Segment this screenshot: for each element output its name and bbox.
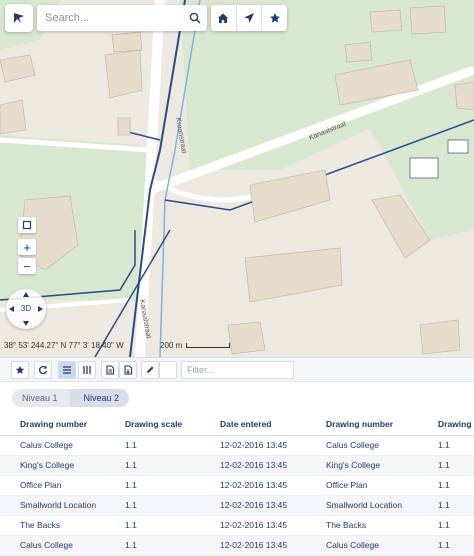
map-view[interactable]: Kanaalstraat Kroonstraat Kanaalstraat + … (0, 0, 474, 357)
table-cell: Smallworld Location (0, 495, 105, 516)
compass-control[interactable]: 3D (6, 289, 46, 329)
table-cell: 1.1 (105, 495, 200, 516)
edit-button[interactable] (141, 361, 159, 379)
table-cell: 1.1 (105, 535, 200, 556)
table-cell: 1.1 (105, 475, 200, 496)
document-icon (106, 365, 115, 375)
home-button[interactable] (211, 5, 237, 31)
table-header-row: Drawing number Drawing scale Date entere… (0, 414, 474, 436)
blank-button[interactable] (159, 361, 177, 379)
table-cell: 12-02-2016 13:45 (200, 535, 306, 556)
table-cell: The Backs (0, 515, 105, 536)
refresh-button[interactable] (34, 361, 52, 379)
table-cell: 12-02-2016 13:45 (200, 475, 306, 496)
data-panel: Niveau 1 Niveau 2 Drawing number Drawing… (0, 357, 474, 556)
map-canvas[interactable]: Kanaalstraat (0, 0, 474, 357)
table-row[interactable]: Calus College 1.1 12-02-2016 13:45 Calus… (0, 435, 474, 456)
filter-input[interactable] (181, 361, 294, 379)
table-cell: King's College (306, 455, 418, 476)
search-box[interactable] (37, 5, 207, 31)
column-header[interactable]: Drawing number (0, 414, 105, 436)
columns-view-button[interactable] (78, 361, 96, 379)
table-row[interactable]: Smallworld Location 1.1 12-02-2016 13:45… (0, 495, 474, 516)
table-row[interactable]: Calus College 1.1 12-02-2016 13:45 Calus… (0, 535, 474, 556)
zoom-out-button[interactable]: − (18, 258, 36, 274)
table-cell: 1.1 (418, 535, 474, 556)
list-view-button[interactable] (58, 361, 76, 379)
home-icon (218, 13, 229, 23)
column-header[interactable]: Drawing scale (418, 414, 474, 436)
table-cell: 1.1 (418, 435, 474, 456)
column-header[interactable]: Drawing number (306, 414, 418, 436)
table-cell: 1.1 (418, 495, 474, 516)
breadcrumb-level-2[interactable]: Niveau 2 (69, 389, 130, 407)
table-row[interactable]: King's College 1.1 12-02-2016 13:45 King… (0, 455, 474, 476)
table-cell: 1.1 (105, 515, 200, 536)
logo-icon (14, 13, 24, 23)
search-input[interactable] (45, 12, 189, 24)
map-nav-group (211, 5, 287, 31)
table-cell: Smallworld Location (306, 495, 418, 516)
table-cell: Calus College (306, 435, 418, 456)
search-icon[interactable] (189, 12, 201, 24)
zoom-in-button[interactable]: + (18, 239, 36, 255)
coordinates-readout: 38° 53' 244.27" N 77° 3' 18.40" W (4, 341, 124, 350)
drawings-table: Drawing number Drawing scale Date entere… (0, 414, 474, 556)
table-cell: Office Plan (0, 475, 105, 496)
favorite-button[interactable] (262, 5, 287, 31)
table-cell: 1.1 (418, 455, 474, 476)
table-cell: Calus College (0, 535, 105, 556)
table-cell: Office Plan (306, 475, 418, 496)
breadcrumb-level-1[interactable]: Niveau 1 (12, 389, 70, 407)
locate-button[interactable] (237, 5, 263, 31)
layers-button[interactable] (18, 217, 36, 233)
breadcrumb: Niveau 1 Niveau 2 (12, 389, 130, 407)
table-cell: The Backs (306, 515, 418, 536)
table-cell: 12-02-2016 13:45 (200, 435, 306, 456)
logo-button[interactable] (5, 4, 33, 32)
favorite-button[interactable] (11, 361, 29, 379)
compass-3d-label[interactable]: 3D (15, 302, 37, 316)
list-icon (63, 366, 71, 374)
table-cell: Calus College (0, 435, 105, 456)
column-header[interactable]: Drawing scale (105, 414, 200, 436)
table-cell: 1.1 (105, 455, 200, 476)
table-cell: 12-02-2016 13:45 (200, 515, 306, 536)
columns-icon (83, 366, 91, 374)
table-row[interactable]: The Backs 1.1 12-02-2016 13:45 The Backs… (0, 515, 474, 536)
export-icon (124, 365, 133, 375)
column-header[interactable]: Date entered (200, 414, 306, 436)
export-button[interactable] (119, 361, 137, 379)
scale-bar: 200 m (160, 341, 231, 350)
layers-icon (22, 220, 32, 230)
star-icon (269, 13, 280, 23)
table-cell: King's College (0, 455, 105, 476)
scale-bar-line (186, 343, 231, 348)
star-icon (15, 365, 25, 374)
pencil-icon (147, 366, 154, 373)
document-button[interactable] (101, 361, 119, 379)
table-cell: 12-02-2016 13:45 (200, 455, 306, 476)
table-row[interactable]: Office Plan 1.1 12-02-2016 13:45 Office … (0, 475, 474, 496)
scale-label: 200 m (160, 341, 183, 350)
panel-toolbar (0, 358, 474, 382)
table-cell: 12-02-2016 13:45 (200, 495, 306, 516)
refresh-icon (39, 365, 48, 375)
table-cell: 1.1 (418, 475, 474, 496)
table-cell: 1.1 (418, 515, 474, 536)
table-cell: 1.1 (105, 435, 200, 456)
locate-icon (244, 13, 254, 23)
table-cell: Calus College (306, 535, 418, 556)
